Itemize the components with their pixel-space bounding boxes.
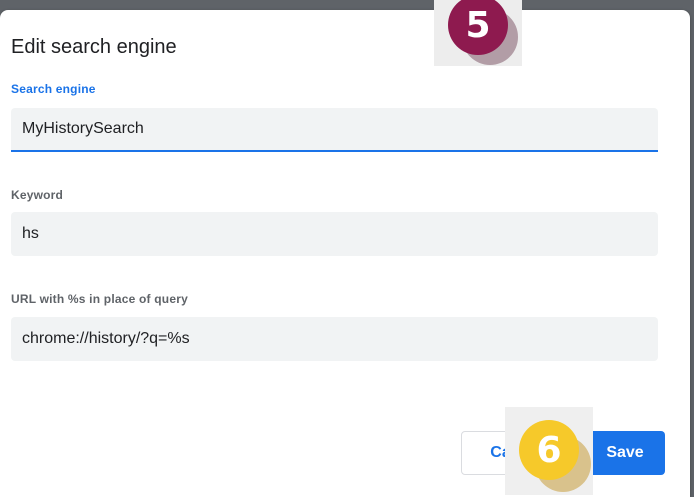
keyword-label: Keyword (11, 188, 64, 202)
search-engine-input[interactable] (11, 108, 658, 152)
step-6-badge: 6 (519, 420, 579, 480)
dialog-title: Edit search engine (11, 36, 177, 58)
url-label: URL with %s in place of query (11, 292, 188, 306)
keyword-input[interactable] (11, 212, 658, 256)
search-engine-label: Search engine (11, 82, 96, 96)
save-button[interactable]: Save (585, 431, 665, 475)
url-input[interactable] (11, 317, 658, 361)
